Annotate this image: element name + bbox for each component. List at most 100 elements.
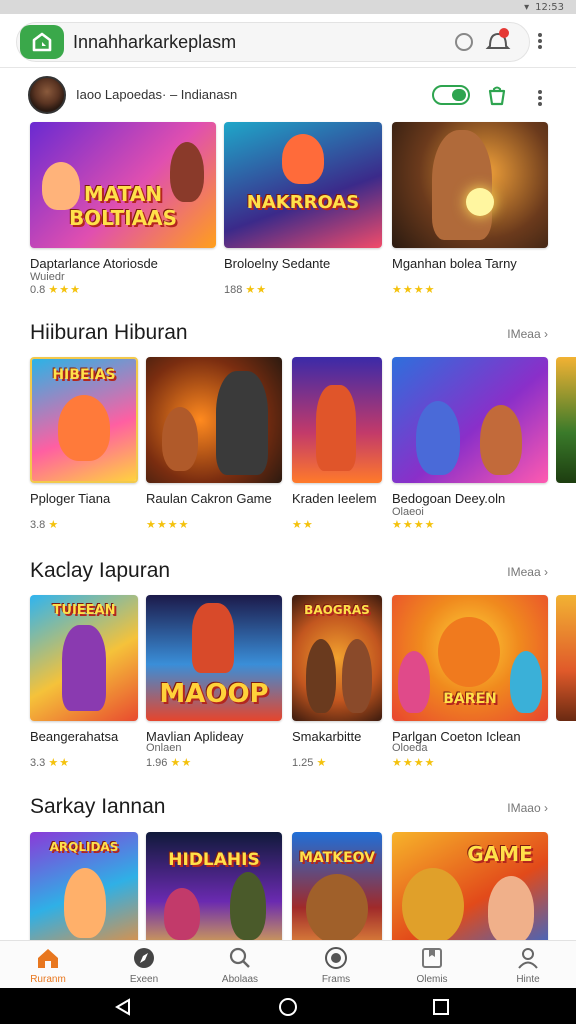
app-thumbnail[interactable]: HIBEIAS xyxy=(30,357,138,483)
home-button-icon[interactable] xyxy=(278,997,298,1017)
app-title: Beangerahatsa xyxy=(30,729,119,744)
app-art-title: HIDLAHIS xyxy=(168,850,260,870)
section-more-link[interactable]: IMeaa › xyxy=(507,565,548,579)
app-art-title: GAME xyxy=(467,842,533,866)
app-thumbnail[interactable]: BAREN xyxy=(392,595,548,721)
character-figure xyxy=(480,405,522,475)
app-card[interactable]: TUIEEAN Beangerahatsa 3.3 ★★ xyxy=(30,595,138,769)
app-subtitle: Wuiedr xyxy=(30,271,65,283)
back-icon[interactable] xyxy=(114,998,132,1016)
character-figure xyxy=(488,876,534,940)
star-rating-icon: ★★★★ xyxy=(392,757,436,769)
app-card[interactable]: MAOOP Mavlian Aplideay Onlaen 1.96 ★★ xyxy=(146,595,282,769)
shopping-bag-icon[interactable] xyxy=(486,84,508,106)
section-more-link[interactable]: IMeaa › xyxy=(507,327,548,341)
app-card[interactable]: Mganhan bolea Tarny ★★★★ xyxy=(392,122,548,296)
character-figure xyxy=(306,874,368,940)
nav-books[interactable]: Olemis xyxy=(384,941,480,989)
app-thumbnail[interactable]: BAOGRAS xyxy=(292,595,382,721)
section-title: Sarkay Iannan xyxy=(30,795,166,818)
app-card[interactable] xyxy=(556,595,576,721)
character-figure xyxy=(64,868,106,938)
app-card[interactable]: Bedogoan Deey.oln Olaeoi ★★★★ xyxy=(392,357,548,531)
app-thumbnail[interactable] xyxy=(392,122,548,248)
status-time: 12:53 xyxy=(535,1,564,13)
app-rating: 3.8 ★ xyxy=(30,518,59,531)
search-query[interactable]: Innahharkarkeplasm xyxy=(73,32,236,53)
app-card[interactable]: BAREN Parlgan Coeton Iclean Oloeda ★★★★ xyxy=(392,595,548,769)
avatar[interactable] xyxy=(28,76,66,114)
nav-games[interactable]: Frams xyxy=(288,941,384,989)
rating-value: 3.8 xyxy=(30,519,46,531)
app-thumbnail[interactable]: ARQLIDAS xyxy=(30,832,138,940)
app-thumbnail[interactable]: HIDLAHIS xyxy=(146,832,282,940)
chevron-right-icon: › xyxy=(544,565,548,579)
nav-search[interactable]: Abolaas xyxy=(192,941,288,989)
app-rating: ★★★★ xyxy=(392,756,435,769)
app-art-title: MATAN BOLTIAAS xyxy=(68,182,178,230)
play-store-logo-icon xyxy=(20,25,64,59)
more-options-icon[interactable] xyxy=(538,31,542,51)
app-thumbnail[interactable]: MATAN BOLTIAAS xyxy=(30,122,216,248)
account-more-icon[interactable] xyxy=(538,88,542,108)
wifi-icon: ▾ xyxy=(524,1,530,13)
app-card[interactable]: HIBEIAS Pploger Tiana 3.8 ★ xyxy=(30,357,138,531)
app-card[interactable]: MATAN BOLTIAAS Daptarlance Atoriosde Wui… xyxy=(30,122,216,296)
character-figure xyxy=(192,603,234,673)
app-thumbnail[interactable] xyxy=(392,357,548,483)
app-thumbnail[interactable] xyxy=(556,357,576,483)
app-art-title: BAREN xyxy=(443,691,497,707)
app-rating: 188 ★★ xyxy=(224,283,267,296)
status-bar: ▾ 12:53 xyxy=(0,0,576,14)
home-icon xyxy=(36,947,60,969)
character-figure xyxy=(438,617,500,687)
search-bar[interactable]: Innahharkarkeplasm xyxy=(16,22,530,62)
character-figure xyxy=(316,385,356,471)
star-rating-icon: ★★ xyxy=(292,519,314,531)
more-label: IMaao xyxy=(507,801,541,815)
mode-toggle[interactable] xyxy=(432,85,470,105)
nav-home[interactable]: Ruranm xyxy=(0,941,96,989)
app-card[interactable]: Kraden Ieelem ★★ xyxy=(292,357,382,531)
notification-bell-icon[interactable] xyxy=(484,26,512,54)
app-card[interactable]: BAOGRAS Smakarbitte 1.25 ★ xyxy=(292,595,382,769)
search-icon xyxy=(228,947,252,969)
star-rating-icon: ★ xyxy=(48,519,60,531)
app-title: Mganhan bolea Tarny xyxy=(392,256,517,271)
nav-label: Olemis xyxy=(416,974,448,985)
app-art-title: BAOGRAS xyxy=(304,603,370,617)
app-card[interactable]: GAME xyxy=(392,832,548,940)
app-card[interactable]: MATKEOV xyxy=(292,832,382,940)
app-thumbnail[interactable] xyxy=(146,357,282,483)
character-figure xyxy=(58,395,110,461)
app-rating: ★★★★ xyxy=(146,518,189,531)
more-label: IMeaa xyxy=(507,327,541,341)
app-rating: ★★ xyxy=(292,518,314,531)
app-art xyxy=(556,595,576,721)
app-thumbnail[interactable] xyxy=(292,357,382,483)
star-rating-icon: ★★ xyxy=(48,757,71,769)
app-thumbnail[interactable]: GAME xyxy=(392,832,548,940)
app-thumbnail[interactable] xyxy=(556,595,576,721)
app-thumbnail[interactable]: NAKRROAS xyxy=(224,122,382,248)
app-rating: 1.96 ★★ xyxy=(146,756,192,769)
app-card[interactable]: Raulan Cakron Game ★★★★ xyxy=(146,357,282,531)
nav-explore[interactable]: Exeen xyxy=(96,941,192,989)
section-more-link[interactable]: IMaao › xyxy=(507,801,548,815)
app-card[interactable]: NAKRROAS Broloelny Sedante 188 ★★ xyxy=(224,122,382,296)
app-thumbnail[interactable]: MATKEOV xyxy=(292,832,382,940)
header-divider xyxy=(0,67,576,68)
app-rating: ★★★★ xyxy=(392,283,435,296)
app-card[interactable]: Ba xyxy=(556,357,576,483)
voice-search-icon[interactable] xyxy=(455,33,473,51)
app-card[interactable]: HIDLAHIS xyxy=(146,832,282,940)
app-card[interactable]: ARQLIDAS xyxy=(30,832,138,940)
nav-label: Abolaas xyxy=(221,974,259,985)
nav-profile[interactable]: Hinte xyxy=(480,941,576,989)
rating-value: 188 xyxy=(224,284,243,296)
star-rating-icon: ★★★ xyxy=(48,284,81,296)
recents-icon[interactable] xyxy=(432,998,450,1016)
app-rating: 0.8 ★★★ xyxy=(30,283,81,296)
app-thumbnail[interactable]: TUIEEAN xyxy=(30,595,138,721)
app-thumbnail[interactable]: MAOOP xyxy=(146,595,282,721)
